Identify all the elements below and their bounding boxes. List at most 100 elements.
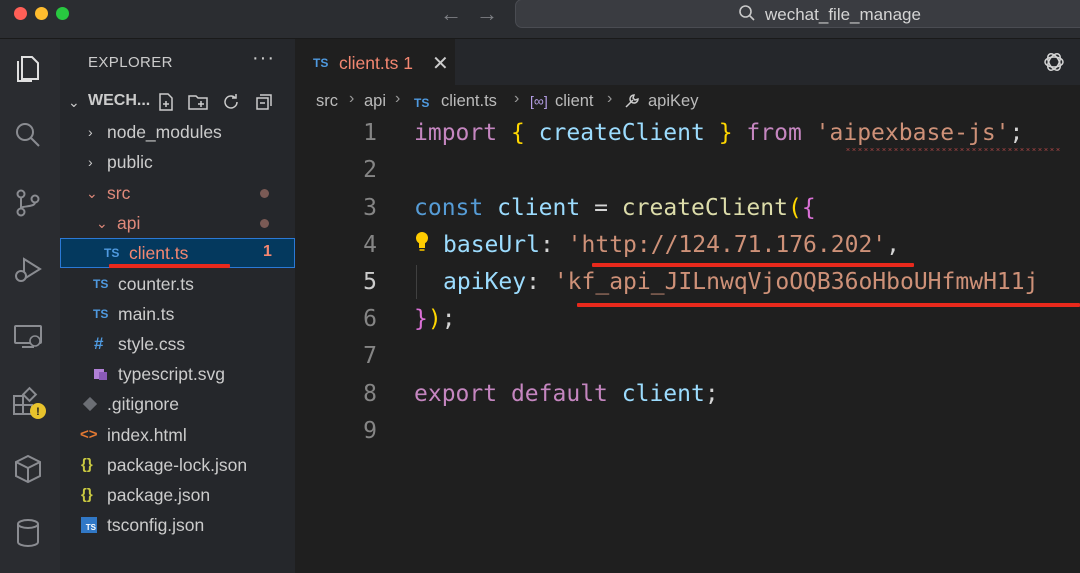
explorer-files-icon[interactable] [10, 51, 46, 87]
tree-item-label: src [107, 183, 131, 203]
more-actions-icon[interactable]: ··· [252, 47, 275, 70]
modified-dot [260, 219, 269, 228]
typescript-file-icon: TS [313, 56, 329, 70]
explorer-sidebar: EXPLORER ··· ⌄ WECH... › node_modules › … [60, 39, 295, 573]
tree-item-index-html[interactable]: <> index.html [60, 420, 295, 450]
tree-item-typescript-svg[interactable]: typescript.svg [60, 359, 295, 389]
typescript-file-icon: TS [93, 307, 109, 321]
title-bar: ← → wechat_file_manage [0, 0, 1080, 39]
database-icon[interactable] [10, 515, 46, 551]
tsconfig-file-icon: TS [81, 517, 97, 533]
breadcrumb-item[interactable]: src [316, 92, 338, 111]
new-folder-icon[interactable] [187, 92, 209, 112]
line-number: 4 [363, 232, 377, 258]
tree-item-public[interactable]: › public [60, 147, 295, 177]
back-arrow-icon[interactable]: ← [440, 2, 462, 26]
highlight-underline [109, 264, 230, 268]
typescript-file-icon: TS [414, 96, 430, 110]
image-file-icon [94, 369, 107, 380]
breadcrumb-item[interactable]: client.ts [441, 92, 497, 111]
close-tab-icon[interactable]: ✕ [432, 51, 449, 76]
line-number: 5 [363, 269, 377, 295]
refresh-icon[interactable] [221, 92, 241, 112]
tree-item-tsconfig-json[interactable]: TS tsconfig.json [60, 510, 295, 540]
remote-explorer-icon[interactable] [10, 318, 46, 354]
chevron-down-icon: ⌄ [68, 94, 80, 110]
line-number: 2 [363, 157, 377, 183]
problem-count-badge: 1 [263, 243, 272, 260]
breadcrumb: src › api › TS client.ts › [∞] client › … [295, 85, 1080, 117]
explorer-title: EXPLORER [88, 54, 173, 71]
tree-item-node-modules[interactable]: › node_modules [60, 117, 295, 147]
tab-bar: TS client.ts 1 ✕ [295, 39, 1080, 86]
git-file-icon [83, 397, 97, 411]
tab-client-ts[interactable]: TS client.ts 1 ✕ [295, 39, 455, 86]
command-center-search[interactable]: wechat_file_manage [515, 0, 1080, 28]
code-line-4: baseUrl: 'http://124.71.176.202', [443, 232, 901, 258]
code-line-6: }); [414, 306, 456, 332]
tree-item-package-lock-json[interactable]: {} package-lock.json [60, 450, 295, 480]
containers-icon[interactable] [10, 450, 46, 486]
line-number: 8 [363, 381, 377, 407]
chevron-right-icon: › [395, 90, 401, 107]
search-icon [739, 5, 755, 21]
code-line-8: export default client; [414, 381, 719, 407]
css-file-icon: # [94, 334, 104, 353]
tree-item-label: main.ts [118, 304, 175, 324]
svg-text:!: ! [36, 406, 40, 418]
tree-item-label: typescript.svg [118, 364, 225, 384]
tree-item-package-json[interactable]: {} package.json [60, 480, 295, 510]
json-file-icon: {} [81, 486, 93, 503]
chevron-right-icon: › [88, 124, 93, 140]
source-control-icon[interactable] [10, 185, 46, 221]
tree-item-label: .gitignore [107, 394, 179, 414]
new-file-icon[interactable] [156, 92, 176, 112]
forward-arrow-icon[interactable]: → [476, 2, 498, 26]
chevron-right-icon: › [514, 90, 520, 107]
collapse-all-icon[interactable] [254, 92, 274, 112]
tree-item-label: style.css [118, 334, 186, 354]
openai-chat-icon[interactable] [1042, 50, 1066, 74]
breadcrumb-item[interactable]: api [364, 92, 386, 111]
tree-item-style-css[interactable]: # style.css [60, 329, 295, 359]
modified-dot [260, 189, 269, 198]
tree-item-counter-ts[interactable]: TS counter.ts [60, 269, 295, 299]
minimize-window-button[interactable] [35, 7, 48, 20]
code-line-1: import { createClient } from 'aipexbase-… [414, 120, 1024, 146]
tree-item-label: tsconfig.json [107, 515, 205, 535]
chevron-down-icon: ⌄ [86, 185, 98, 201]
line-number: 9 [363, 418, 377, 444]
breadcrumb-item[interactable]: client [555, 92, 594, 111]
tree-item-label: package-lock.json [107, 455, 248, 475]
search-icon[interactable] [10, 117, 46, 153]
tree-item-label: index.html [107, 425, 187, 445]
breadcrumb-item[interactable]: apiKey [648, 92, 698, 111]
chevron-right-icon: › [88, 154, 93, 170]
run-debug-icon[interactable] [10, 251, 46, 287]
workspace-name: WECH... [88, 92, 151, 109]
highlight-underline [592, 263, 914, 267]
extensions-warning-icon[interactable]: ! [10, 384, 46, 420]
maximize-window-button[interactable] [56, 7, 69, 20]
activity-bar: ! [0, 39, 60, 573]
close-window-button[interactable] [14, 7, 27, 20]
code-line-5: apiKey: 'kf_api_JILnwqVjoOQB36oHboUHfmwH… [443, 269, 1039, 295]
variable-symbol-icon: [∞] [530, 93, 548, 109]
workspace-header[interactable]: ⌄ WECH... [60, 87, 295, 117]
tree-item-label: public [107, 152, 153, 172]
chevron-right-icon: › [607, 90, 613, 107]
editor-area: TS client.ts 1 ✕ src › api › TS client.t… [295, 39, 1080, 573]
tree-item-label: node_modules [107, 122, 222, 142]
typescript-file-icon: TS [93, 277, 109, 291]
tree-item-main-ts[interactable]: TS main.ts [60, 299, 295, 329]
code-line-3: const client = createClient({ [414, 195, 816, 221]
indent-guide [416, 265, 417, 299]
tree-item-label: package.json [107, 485, 211, 505]
lightbulb-icon[interactable] [414, 231, 430, 253]
tree-item-gitignore[interactable]: .gitignore [60, 389, 295, 419]
wrench-icon [625, 94, 639, 108]
tree-item-src[interactable]: ⌄ src [60, 178, 295, 208]
line-number: 7 [363, 343, 377, 369]
tree-item-api[interactable]: ⌄ api [60, 208, 295, 238]
code-editor[interactable]: 1 2 3 4 5 6 7 8 9 import { createClient … [295, 117, 1080, 573]
